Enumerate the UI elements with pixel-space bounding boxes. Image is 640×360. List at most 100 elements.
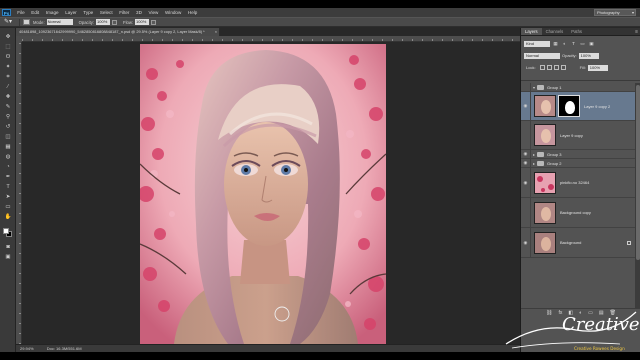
portrait-thumbnail <box>535 232 555 253</box>
opacity-label: Opacity: <box>78 19 95 25</box>
smart-object-filter-icon[interactable]: ▣ <box>588 41 595 47</box>
lock-pixels-icon[interactable] <box>546 65 552 70</box>
panel-menu-icon[interactable]: ≡ <box>635 28 638 36</box>
layer-thumbnail[interactable] <box>534 124 556 146</box>
lock-icon <box>627 241 631 245</box>
layer-thumbnail[interactable] <box>534 201 556 224</box>
menu-edit[interactable]: Edit <box>28 8 43 17</box>
type-filter-icon[interactable]: T <box>570 41 577 47</box>
eye-icon[interactable]: ◉ <box>521 168 531 197</box>
layer-name: Group 3 <box>547 151 562 157</box>
tab-channels[interactable]: Channels <box>542 28 568 35</box>
layer-row[interactable]: ◉ pinkflo.no 32464 <box>521 168 635 198</box>
flowers-thumbnail <box>535 172 555 193</box>
eraser-tool-icon[interactable]: ◫ <box>3 134 13 141</box>
mode-select[interactable]: Normal <box>46 19 73 25</box>
shape-filter-icon[interactable]: ▭ <box>579 41 586 47</box>
zoom-level[interactable]: 29.94% <box>20 346 34 351</box>
menu-3d[interactable]: 3D <box>133 8 145 17</box>
pen-tool-icon[interactable]: ✒ <box>3 174 13 181</box>
path-select-tool-icon[interactable]: ➤ <box>3 194 13 201</box>
pressure-opacity-toggle[interactable] <box>112 19 118 25</box>
kind-filter-select[interactable]: Kind <box>524 40 550 47</box>
foreground-color-swatch[interactable] <box>3 228 9 234</box>
menu-view[interactable]: View <box>145 8 161 17</box>
layer-thumbnail[interactable] <box>534 231 556 254</box>
menu-select[interactable]: Select <box>97 8 116 17</box>
workspace-label: Photography <box>597 10 620 15</box>
opacity-input[interactable]: 100% <box>96 19 111 25</box>
close-icon[interactable]: × <box>215 28 217 36</box>
menu-file[interactable]: File <box>14 8 28 17</box>
scrollbar-thumb[interactable] <box>636 85 640 260</box>
layer-opacity-input[interactable]: 100% <box>578 52 599 59</box>
eyedropper-tool-icon[interactable]: ⁄ <box>3 84 13 91</box>
lock-all-icon[interactable] <box>560 65 566 70</box>
airbrush-toggle[interactable] <box>151 19 157 25</box>
blend-mode-select[interactable]: Normal <box>524 52 560 59</box>
quick-select-tool-icon[interactable]: ✦ <box>3 64 13 71</box>
eye-icon[interactable]: ◉ <box>521 92 531 120</box>
document-tab[interactable]: 40481898_10923671642999990_5462850816808… <box>16 28 220 36</box>
visibility-toggle[interactable] <box>521 121 531 149</box>
menu-window[interactable]: Window <box>162 8 185 17</box>
layer-name: Layer 9 copy <box>560 132 583 138</box>
tab-layers[interactable]: Layers <box>521 28 542 35</box>
panel-tabs: Layers Channels Paths ≡ <box>521 28 640 36</box>
brush-size-swatch[interactable] <box>23 19 30 25</box>
menu-type[interactable]: Type <box>80 8 97 17</box>
layer-mask-thumbnail[interactable] <box>558 95 580 117</box>
layer-thumbnail[interactable] <box>534 171 556 194</box>
history-brush-tool-icon[interactable]: ↺ <box>3 124 13 131</box>
visibility-toggle[interactable] <box>521 198 531 227</box>
menu-layer[interactable]: Layer <box>62 8 80 17</box>
eye-icon[interactable]: ◉ <box>521 228 531 257</box>
hand-tool-icon[interactable]: ✋ <box>3 214 13 221</box>
tab-paths[interactable]: Paths <box>567 28 586 35</box>
screen-mode-icon[interactable]: ▣ <box>3 254 13 261</box>
move-tool-icon[interactable]: ✥ <box>3 34 13 41</box>
pixel-filter-icon[interactable]: ▦ <box>552 41 559 47</box>
color-swatches[interactable] <box>3 228 13 238</box>
menu-image[interactable]: Image <box>43 8 62 17</box>
menu-filter[interactable]: Filter <box>116 8 133 17</box>
layer-row[interactable]: ◉ ▸ Group 3 <box>521 150 635 159</box>
lock-position-icon[interactable] <box>553 65 559 70</box>
watermark-tagline: Creative Rowees Design <box>574 346 625 351</box>
flow-input[interactable]: 100% <box>135 19 150 25</box>
brush-tool-icon[interactable]: ✎ <box>3 104 13 111</box>
clone-stamp-tool-icon[interactable]: ⚲ <box>3 114 13 121</box>
lock-transparent-icon[interactable] <box>539 65 545 70</box>
brush-preset-icon[interactable]: ✎▾ <box>4 19 16 26</box>
crop-tool-icon[interactable]: ⌗ <box>3 74 13 81</box>
layer-row[interactable]: ◉ Background <box>521 228 635 258</box>
layer-row[interactable]: ◉ ▸ Group 2 <box>521 159 635 168</box>
layer-row[interactable]: ◉ Layer 9 copy 2 <box>521 92 635 121</box>
eye-icon[interactable]: ◉ <box>521 150 531 158</box>
layer-row[interactable]: Layer 9 copy <box>521 121 635 150</box>
healing-brush-tool-icon[interactable]: ✚ <box>3 94 13 101</box>
gradient-tool-icon[interactable]: ▦ <box>3 144 13 151</box>
fill-input[interactable]: 100% <box>587 64 608 71</box>
visibility-toggle[interactable] <box>521 83 531 91</box>
shape-tool-icon[interactable]: ▭ <box>3 204 13 211</box>
quick-mask-icon[interactable]: ◙ <box>3 244 13 251</box>
document-canvas[interactable] <box>140 44 386 344</box>
blur-tool-icon[interactable]: ◍ <box>3 154 13 161</box>
workspace-switcher[interactable]: Photography ▾ <box>594 9 636 16</box>
layers-scrollbar[interactable] <box>635 83 640 308</box>
dodge-tool-icon[interactable]: ◔ <box>3 164 13 171</box>
lasso-tool-icon[interactable]: ʘ <box>3 54 13 61</box>
watermark-swirl: Creative Creative Rowees Design <box>505 311 640 351</box>
marquee-tool-icon[interactable]: ⬚ <box>3 44 13 51</box>
opacity-label: Opacity: <box>562 53 577 58</box>
menu-help[interactable]: Help <box>185 8 201 17</box>
layer-row[interactable]: ▾ Group 1 <box>521 83 635 92</box>
layer-name: Background <box>560 240 582 245</box>
layer-thumbnail[interactable] <box>534 95 556 117</box>
eye-icon[interactable]: ◉ <box>521 159 531 167</box>
type-tool-icon[interactable]: T <box>3 184 13 191</box>
layer-row[interactable]: Background copy <box>521 198 635 228</box>
folder-icon <box>537 84 544 90</box>
adjustment-filter-icon[interactable]: ◐ <box>561 41 568 47</box>
